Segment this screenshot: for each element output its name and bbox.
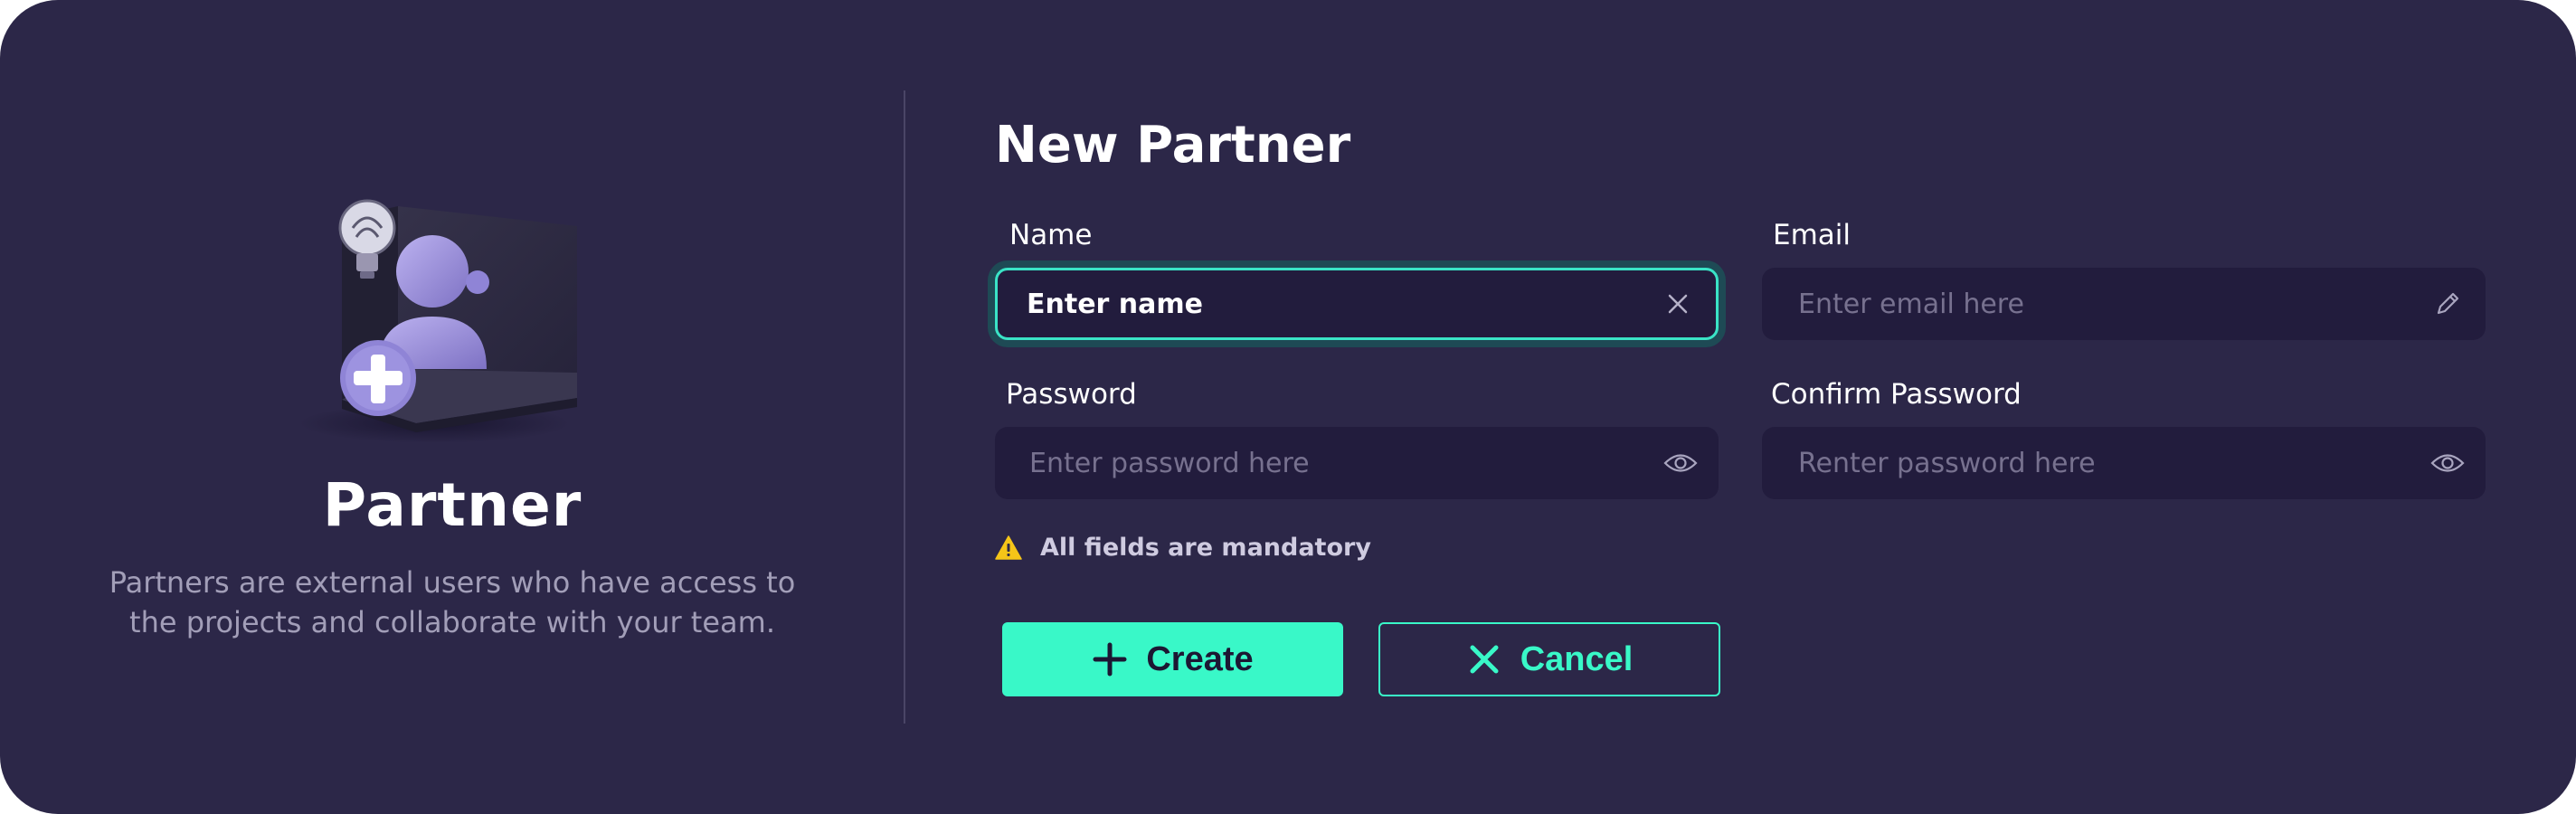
vertical-divider (904, 90, 905, 724)
password-input[interactable]: Enter password here (995, 427, 1719, 499)
cancel-button-label: Cancel (1520, 639, 1634, 678)
password-label: Password (1006, 378, 1137, 411)
pencil-icon[interactable] (2429, 286, 2466, 322)
email-input-placeholder: Enter email here (1798, 288, 2024, 320)
password-input-placeholder: Enter password here (1029, 447, 1310, 479)
form-title: New Partner (995, 116, 1351, 175)
confirm-password-input[interactable]: Renter password here (1762, 427, 2486, 499)
plus-icon (1093, 642, 1127, 677)
email-label: Email (1773, 219, 1852, 251)
cancel-button[interactable]: Cancel (1378, 622, 1720, 696)
email-input[interactable]: Enter email here (1762, 268, 2486, 340)
eye-icon[interactable] (2429, 445, 2466, 481)
partner-illustration (298, 199, 577, 443)
sidebar-description: Partners are external users who have acc… (54, 563, 850, 642)
name-label: Name (1009, 219, 1093, 251)
name-input[interactable]: Enter name (995, 268, 1719, 340)
warning-icon (995, 535, 1022, 560)
close-icon (1470, 645, 1499, 674)
name-input-value: Enter name (1027, 288, 1203, 320)
sidebar-description-line-2: the projects and collaborate with your t… (129, 605, 775, 639)
new-partner-card: Partner Partners are external users who … (0, 0, 2576, 814)
sidebar-title: Partner (322, 470, 582, 540)
sidebar-description-line-1: Partners are external users who have acc… (109, 565, 796, 600)
clear-icon[interactable] (1660, 286, 1696, 322)
mandatory-notice-text: All fields are mandatory (1040, 534, 1371, 562)
create-button-label: Create (1146, 639, 1254, 678)
mandatory-notice: All fields are mandatory (995, 534, 1371, 562)
confirm-password-label: Confirm Password (1771, 378, 2022, 411)
create-button[interactable]: Create (1002, 622, 1343, 696)
eye-icon[interactable] (1662, 445, 1699, 481)
confirm-password-input-placeholder: Renter password here (1798, 447, 2096, 479)
